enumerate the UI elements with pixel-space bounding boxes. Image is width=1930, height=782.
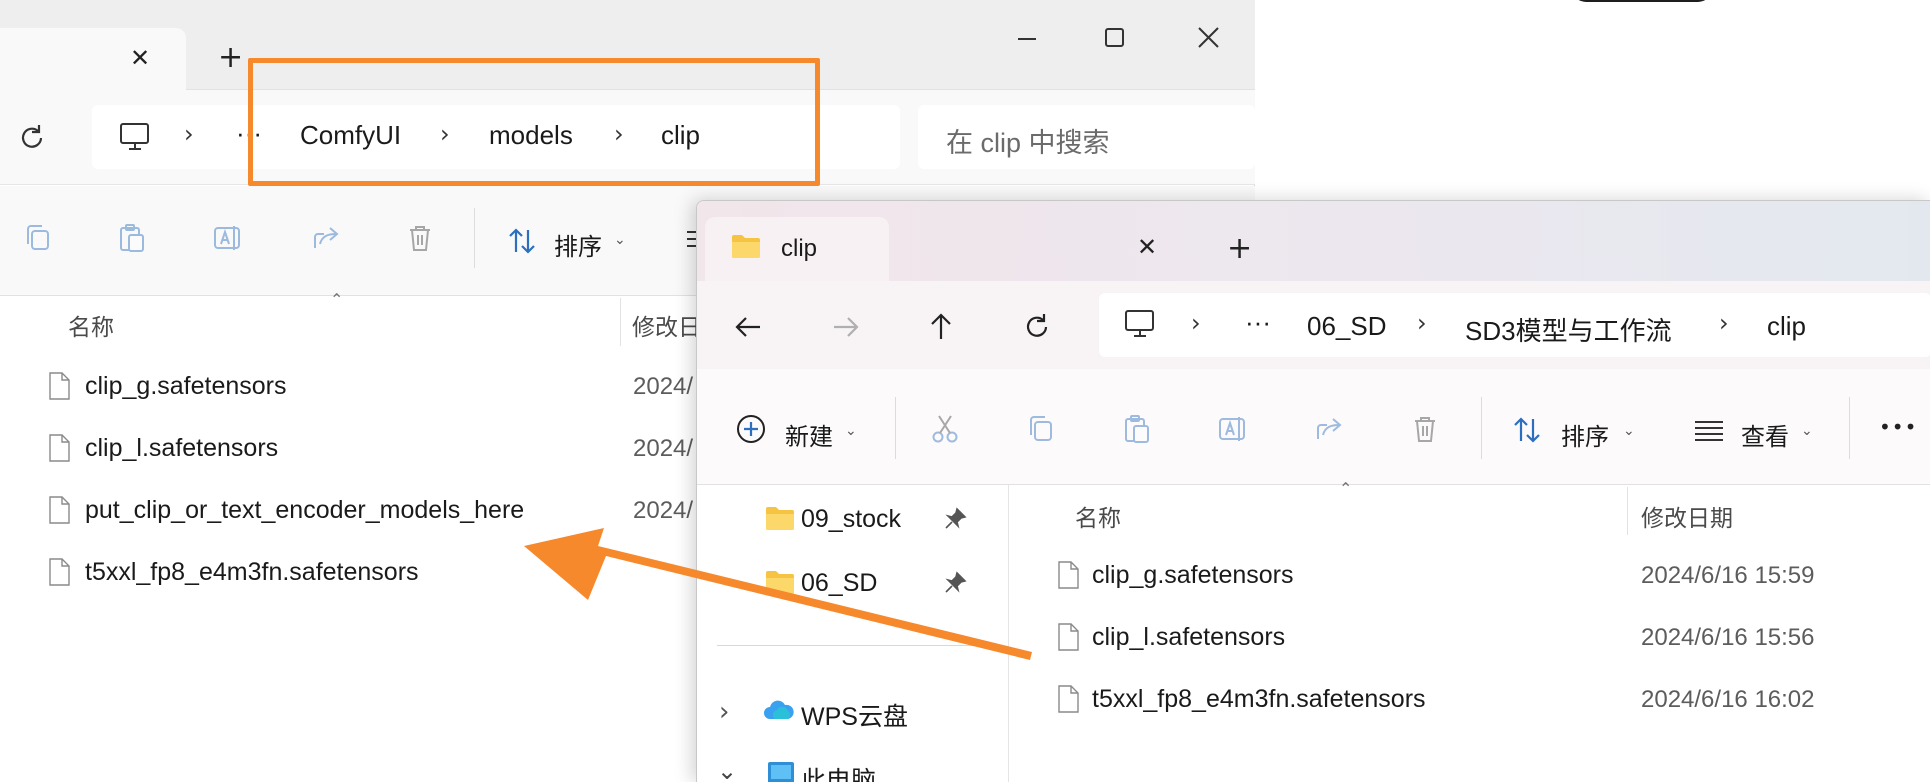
new-plus-icon[interactable] <box>735 413 767 445</box>
refresh-icon[interactable] <box>1021 311 1053 343</box>
file-date: 2024/6/16 16:02 <box>1641 686 1815 713</box>
sort-icon[interactable] <box>1511 413 1545 447</box>
maximize-button[interactable] <box>1100 24 1130 54</box>
breadcrumb-more[interactable]: ··· <box>1245 307 1271 338</box>
paste-icon[interactable] <box>116 222 148 254</box>
file-icon <box>48 372 70 404</box>
file-icon <box>48 496 70 528</box>
collapse-chevron-icon[interactable]: ⌄ <box>717 757 737 782</box>
close-window-button[interactable] <box>1194 24 1224 54</box>
command-divider <box>1849 397 1850 459</box>
command-divider <box>1481 397 1482 459</box>
folder-icon <box>765 505 795 531</box>
file-name[interactable]: t5xxl_fp8_e4m3fn.safetensors <box>1092 685 1426 714</box>
back-arrow-icon[interactable] <box>733 311 765 343</box>
file-icon <box>1057 561 1079 593</box>
wps-cloud-icon <box>763 697 795 723</box>
column-header-modified[interactable]: 修改日 <box>632 308 701 342</box>
new-button[interactable]: 新建 <box>785 417 833 452</box>
command-divider <box>895 397 896 459</box>
sort-button[interactable]: 排序 <box>554 227 602 262</box>
chevron-down-icon: ⌄ <box>614 232 626 248</box>
copy-icon[interactable] <box>1025 413 1057 445</box>
sort-ascending-icon: ⌃ <box>330 290 344 309</box>
chevron-right-icon: › <box>1719 309 1729 337</box>
this-pc-icon[interactable] <box>1123 307 1157 341</box>
paste-icon[interactable] <box>1121 413 1153 445</box>
file-icon <box>1057 685 1079 717</box>
more-options-button[interactable]: ••• <box>1879 415 1917 439</box>
this-pc-icon <box>767 761 795 782</box>
file-date: 2024/ <box>633 497 694 524</box>
file-icon <box>48 558 70 590</box>
column-header-modified[interactable]: 修改日期 <box>1641 499 1733 533</box>
breadcrumb-item-06-sd[interactable]: 06_SD <box>1307 311 1387 342</box>
chevron-right-icon: › <box>184 120 194 148</box>
file-name[interactable]: clip_l.safetensors <box>85 434 278 463</box>
tab-close-button[interactable]: ✕ <box>1137 233 1157 261</box>
highlight-box-annotation <box>248 58 820 186</box>
chevron-down-icon: ⌄ <box>1801 423 1813 439</box>
nav-item-09-stock[interactable]: 09_stock <box>801 505 901 534</box>
file-name[interactable]: t5xxl_fp8_e4m3fn.safetensors <box>85 558 419 587</box>
column-divider[interactable] <box>620 298 621 346</box>
sort-button[interactable]: 排序 <box>1561 417 1609 452</box>
nav-item-wps-cloud[interactable]: WPS云盘 <box>801 697 908 733</box>
folder-icon <box>765 569 795 595</box>
nav-divider <box>717 645 987 646</box>
forward-arrow-icon[interactable] <box>829 311 861 343</box>
tab-active[interactable] <box>0 28 186 90</box>
file-date: 2024/6/16 15:56 <box>1641 624 1815 651</box>
rename-icon[interactable] <box>1217 413 1249 445</box>
file-date: 2024/6/16 15:59 <box>1641 562 1815 589</box>
up-arrow-icon[interactable] <box>925 311 957 343</box>
file-date: 2024/ <box>633 373 694 400</box>
front-explorer-window: clip ✕ + › ··· 06_SD › SD3模型与工作流 › clip … <box>696 200 1930 782</box>
this-pc-icon[interactable] <box>118 120 152 154</box>
chevron-right-icon: › <box>1191 309 1201 337</box>
file-icon <box>1057 623 1079 655</box>
chevron-down-icon: ⌄ <box>1623 423 1635 439</box>
view-button[interactable]: 查看 <box>1741 417 1789 452</box>
breadcrumb-item-clip[interactable]: clip <box>1767 311 1806 342</box>
chevron-right-icon: › <box>1417 309 1427 337</box>
command-divider <box>474 208 475 268</box>
refresh-icon[interactable] <box>16 122 48 154</box>
view-icon[interactable] <box>1693 415 1725 445</box>
column-header-name[interactable]: 名称 <box>68 308 114 342</box>
folder-icon <box>731 233 761 259</box>
file-name[interactable]: clip_g.safetensors <box>1092 561 1294 590</box>
pin-icon <box>943 571 967 595</box>
column-header-name[interactable]: 名称 <box>1075 499 1121 533</box>
new-tab-button[interactable]: + <box>218 40 243 75</box>
copy-icon[interactable] <box>22 222 54 254</box>
rename-icon[interactable] <box>212 222 244 254</box>
breadcrumb-item-sd3[interactable]: SD3模型与工作流 <box>1465 311 1672 348</box>
share-icon[interactable] <box>310 222 342 254</box>
tab-close-button[interactable]: ✕ <box>130 44 150 72</box>
file-date: 2024/ <box>633 435 694 462</box>
minimize-button[interactable] <box>1012 20 1042 50</box>
search-placeholder[interactable]: 在 clip 中搜索 <box>946 121 1110 160</box>
cut-icon[interactable] <box>929 413 961 445</box>
chevron-down-icon: ⌄ <box>845 423 857 439</box>
background-app-fragment <box>1572 0 1712 2</box>
new-tab-button[interactable]: + <box>1227 231 1252 266</box>
file-name[interactable]: put_clip_or_text_encoder_models_here <box>85 496 524 525</box>
sort-icon[interactable] <box>506 224 540 258</box>
nav-item-this-pc[interactable]: 此电脑 <box>801 761 876 782</box>
file-name[interactable]: clip_l.safetensors <box>1092 623 1285 652</box>
delete-icon[interactable] <box>404 222 436 254</box>
delete-icon[interactable] <box>1409 413 1441 445</box>
share-icon[interactable] <box>1313 413 1345 445</box>
file-name[interactable]: clip_g.safetensors <box>85 372 287 401</box>
tab-title[interactable]: clip <box>781 235 817 263</box>
sort-ascending-icon: ⌃ <box>1339 479 1353 498</box>
nav-item-06-sd[interactable]: 06_SD <box>801 569 877 598</box>
expand-chevron-icon[interactable]: › <box>719 697 729 727</box>
pin-icon <box>943 507 967 531</box>
file-icon <box>48 434 70 466</box>
column-divider[interactable] <box>1627 487 1628 535</box>
